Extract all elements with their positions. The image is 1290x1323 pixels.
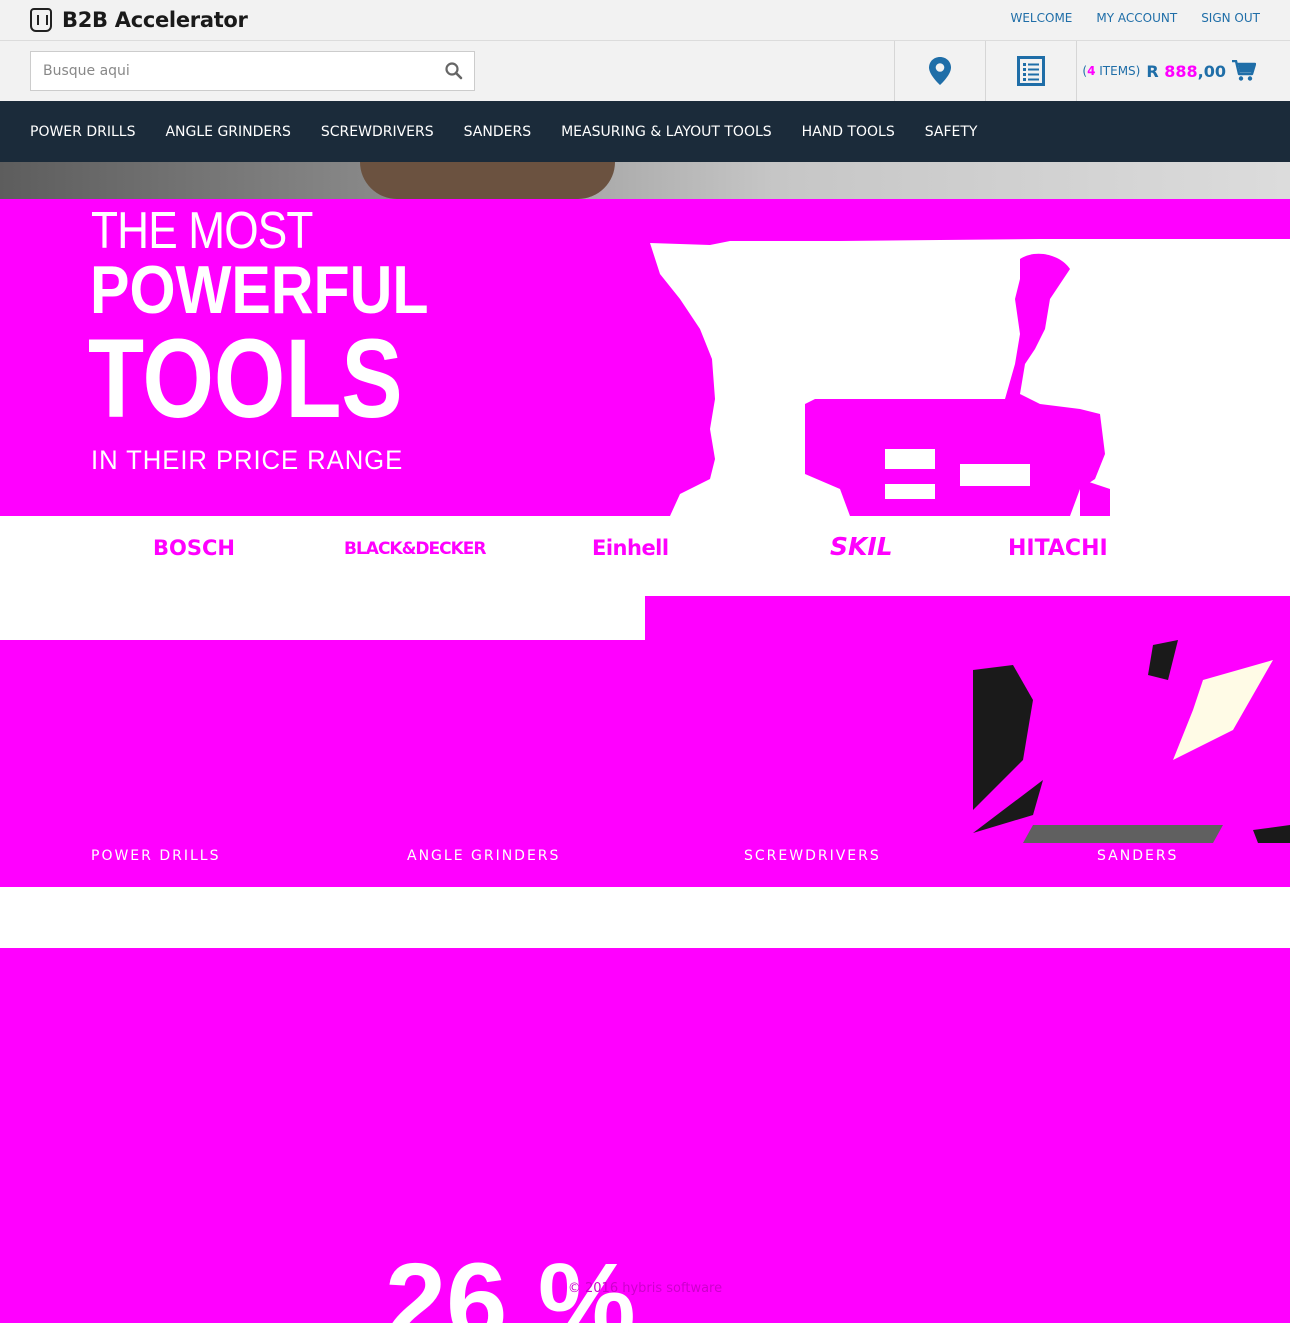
footer-copyright: © 2016 hybris software [567,1281,723,1296]
my-account-link[interactable]: MY ACCOUNT [1096,11,1177,25]
cart-icon [1232,60,1256,81]
main-navigation: POWER DRILLS ANGLE GRINDERS SCREWDRIVERS… [0,101,1290,162]
category-power-drills[interactable]: POWER DRILLS [91,848,220,864]
hero-banner[interactable]: THE MOST POWERFUL TOOLS IN THEIR PRICE R… [0,199,1290,516]
site-logo[interactable]: B2B Accelerator [30,8,248,32]
account-links: WELCOME MY ACCOUNT SIGN OUT [1010,11,1260,25]
store-finder-button[interactable] [894,41,985,101]
hero-photo-strip [0,162,1290,199]
mini-cart[interactable]: (4 ITEMS) R 888,00 [1076,41,1290,101]
brand-einhell-logo[interactable]: Einhell [592,536,669,560]
hero-line-3: TOOLS [88,316,403,441]
quick-order-button[interactable] [985,41,1076,101]
category-banner-top [645,596,1290,640]
cart-item-count: (4 ITEMS) [1082,64,1141,78]
sanders-category-image [973,640,1290,843]
category-sanders[interactable]: SANDERS [1097,848,1178,864]
search-icon[interactable] [444,61,464,81]
nav-hand-tools[interactable]: HAND TOOLS [802,124,895,140]
footer: 26 % © 2016 hybris software [0,948,1290,1323]
cart-total-masked: 888 [1164,61,1198,81]
category-angle-grinders[interactable]: ANGLE GRINDERS [407,848,560,864]
top-bar: B2B Accelerator WELCOME MY ACCOUNT SIGN … [0,0,1290,41]
nav-safety[interactable]: SAFETY [925,124,978,140]
category-screwdrivers[interactable]: SCREWDRIVERS [744,848,881,864]
sign-out-link[interactable]: SIGN OUT [1201,11,1260,25]
brand-logos: BOSCH BLACK&DECKER Einhell SKIL HITACHI [0,516,1290,596]
nav-power-drills[interactable]: POWER DRILLS [30,124,135,140]
search-input[interactable] [31,52,431,90]
brand-hitachi-logo[interactable]: HITACHI [1008,536,1108,561]
nav-screwdrivers[interactable]: SCREWDRIVERS [321,124,434,140]
hero-line-4: IN THEIR PRICE RANGE [91,445,404,475]
nav-sanders[interactable]: SANDERS [464,124,531,140]
order-form-icon [1017,56,1045,86]
logo-icon [30,8,52,32]
cart-total: R 888,00 [1146,61,1226,81]
welcome-link[interactable]: WELCOME [1010,11,1072,25]
nav-angle-grinders[interactable]: ANGLE GRINDERS [165,124,290,140]
search-box [30,51,475,91]
map-pin-icon [929,57,951,85]
brand-skil-logo[interactable]: SKIL [830,532,893,561]
header-row: (4 ITEMS) R 888,00 [0,41,1290,101]
brand-black-decker-logo[interactable]: BLACK&DECKER [344,539,486,559]
brand-bosch-logo[interactable]: BOSCH [153,536,235,560]
hero-person-image [360,162,615,199]
hero-drill-image [650,239,1290,516]
category-tiles: POWER DRILLS ANGLE GRINDERS SCREWDRIVERS… [0,640,1290,887]
nav-measuring-layout-tools[interactable]: MEASURING & LAYOUT TOOLS [561,124,772,140]
logo-text: B2B Accelerator [62,8,248,32]
